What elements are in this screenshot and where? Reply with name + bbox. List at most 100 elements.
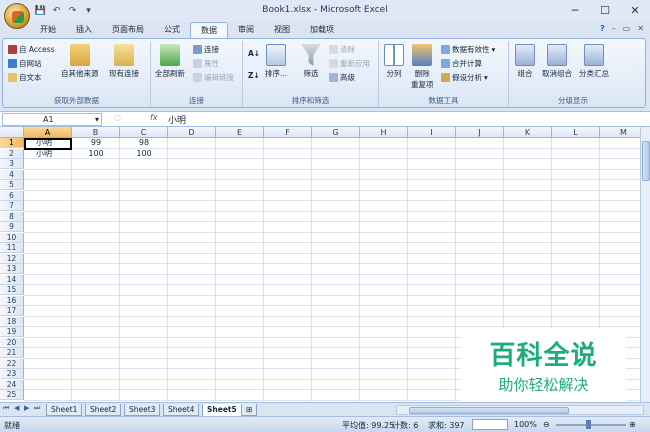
sort-az-button[interactable]: A↓ — [248, 49, 260, 58]
help-icon[interactable]: ? — [600, 24, 605, 33]
column-header[interactable]: M — [600, 127, 640, 138]
cell[interactable]: 98 — [122, 138, 166, 148]
column-header[interactable]: B — [72, 127, 120, 138]
tab-0[interactable]: 开始 — [30, 22, 66, 38]
sheet-tab[interactable]: Sheet3 — [124, 404, 161, 416]
zoom-out-icon[interactable]: ⊖ — [543, 420, 550, 429]
tab-1[interactable]: 插入 — [66, 22, 102, 38]
row-header[interactable]: 7 — [0, 201, 24, 211]
first-sheet-icon[interactable]: ⏮ — [3, 404, 9, 413]
row-header[interactable]: 23 — [0, 369, 24, 379]
row-header[interactable]: 10 — [0, 232, 24, 243]
from-web-button[interactable]: 自网站 — [8, 58, 42, 69]
tab-5[interactable]: 审阅 — [228, 22, 264, 38]
refresh-all-button[interactable]: 全部刷新 — [155, 44, 185, 79]
from-access-button[interactable]: 自 Access — [8, 44, 55, 55]
row-header[interactable]: 19 — [0, 327, 24, 337]
sort-za-button[interactable]: Z↓ — [248, 71, 260, 80]
filter-button[interactable]: 筛选 — [301, 44, 321, 79]
formula-input[interactable]: 小明 — [168, 113, 186, 126]
row-header[interactable]: 14 — [0, 274, 24, 285]
cell[interactable]: 100 — [122, 149, 166, 159]
view-buttons[interactable] — [472, 419, 508, 430]
column-header[interactable]: D — [168, 127, 216, 138]
scroll-thumb[interactable] — [642, 141, 650, 181]
cell[interactable]: 小明 — [26, 149, 70, 159]
row-header[interactable]: 24 — [0, 379, 24, 390]
prev-sheet-icon[interactable]: ◀ — [14, 404, 19, 412]
column-header[interactable]: C — [120, 127, 168, 138]
cell[interactable]: 99 — [74, 138, 118, 148]
text-to-columns-button[interactable]: 分列 — [384, 44, 404, 79]
advanced-button[interactable]: 高级 — [329, 72, 355, 83]
close-button[interactable]: ✕ — [620, 0, 650, 20]
insert-function-icon[interactable]: fx — [150, 113, 158, 122]
sheet-tab[interactable]: Sheet4 — [163, 404, 200, 416]
row-header[interactable]: 11 — [0, 243, 24, 253]
zoom-level[interactable]: 100% — [514, 420, 537, 429]
cell[interactable]: 小明 — [26, 138, 70, 148]
tab-7[interactable]: 加载项 — [300, 22, 344, 38]
sheet-tab[interactable]: Sheet2 — [85, 404, 122, 416]
row-header[interactable]: 1 — [0, 138, 24, 148]
row-header[interactable]: 22 — [0, 358, 24, 369]
sort-button[interactable]: 排序... — [265, 44, 287, 79]
group-button[interactable]: 组合 — [515, 44, 535, 79]
zoom-in-icon[interactable]: ⊕ — [629, 420, 636, 429]
horizontal-scrollbar[interactable] — [396, 405, 644, 415]
sheet-tab[interactable]: Sheet1 — [46, 404, 83, 416]
cell[interactable]: 100 — [74, 149, 118, 159]
row-header[interactable]: 13 — [0, 264, 24, 274]
select-all-corner[interactable] — [0, 127, 24, 138]
subtotal-button[interactable]: 分类汇总 — [579, 44, 609, 79]
row-header[interactable]: 21 — [0, 348, 24, 358]
next-sheet-icon[interactable]: ▶ — [24, 404, 29, 412]
row-header[interactable]: 4 — [0, 169, 24, 180]
zoom-slider[interactable] — [556, 424, 626, 426]
row-header[interactable]: 12 — [0, 253, 24, 264]
clear-button[interactable]: 清除 — [329, 44, 355, 55]
data-validation-button[interactable]: 数据有效性 ▾ — [441, 44, 495, 55]
row-header[interactable]: 8 — [0, 211, 24, 222]
tab-2[interactable]: 页面布局 — [102, 22, 154, 38]
zoom-slider-thumb[interactable] — [586, 420, 591, 429]
ungroup-button[interactable]: 取消组合 — [542, 44, 572, 79]
whatif-analysis-button[interactable]: 假设分析 ▾ — [441, 72, 488, 83]
workbook-close-button[interactable]: ✕ — [637, 24, 644, 33]
maximize-button[interactable]: ☐ — [590, 0, 620, 20]
column-header[interactable]: J — [456, 127, 504, 138]
row-header[interactable]: 2 — [0, 148, 24, 159]
column-header[interactable]: E — [216, 127, 264, 138]
from-other-sources-button[interactable]: 自其他来源 — [61, 44, 99, 79]
row-header[interactable]: 25 — [0, 390, 24, 400]
column-header[interactable]: I — [408, 127, 456, 138]
office-button[interactable] — [4, 3, 30, 29]
row-header[interactable]: 3 — [0, 159, 24, 169]
row-header[interactable]: 18 — [0, 316, 24, 327]
tab-4[interactable]: 数据 — [190, 22, 228, 38]
vertical-scrollbar[interactable] — [640, 127, 650, 402]
column-header[interactable]: F — [264, 127, 312, 138]
last-sheet-icon[interactable]: ⏭ — [34, 404, 40, 413]
minimize-button[interactable]: ─ — [560, 0, 590, 20]
remove-duplicates-button[interactable]: 删除 重复项 — [411, 44, 434, 90]
existing-connections-button[interactable]: 现有连接 — [109, 44, 139, 79]
row-header[interactable]: 9 — [0, 222, 24, 232]
properties-button[interactable]: 属性 — [193, 58, 219, 69]
consolidate-button[interactable]: 合并计算 — [441, 58, 482, 69]
row-header[interactable]: 17 — [0, 306, 24, 316]
row-header[interactable]: 16 — [0, 295, 24, 306]
tab-6[interactable]: 视图 — [264, 22, 300, 38]
column-header[interactable]: A — [24, 127, 72, 138]
reapply-button[interactable]: 重新应用 — [329, 58, 370, 69]
row-header[interactable]: 20 — [0, 337, 24, 348]
workbook-minimize-button[interactable]: – — [612, 24, 616, 33]
insert-sheet-icon[interactable]: ⊞ — [241, 404, 258, 416]
edit-links-button[interactable]: 编辑链接 — [193, 72, 234, 83]
column-header[interactable]: K — [504, 127, 552, 138]
row-header[interactable]: 6 — [0, 190, 24, 201]
tab-3[interactable]: 公式 — [154, 22, 190, 38]
workbook-restore-button[interactable]: ▭ — [623, 24, 631, 33]
name-box[interactable]: A1 ▾ — [2, 113, 102, 126]
from-text-button[interactable]: 自文本 — [8, 72, 42, 83]
